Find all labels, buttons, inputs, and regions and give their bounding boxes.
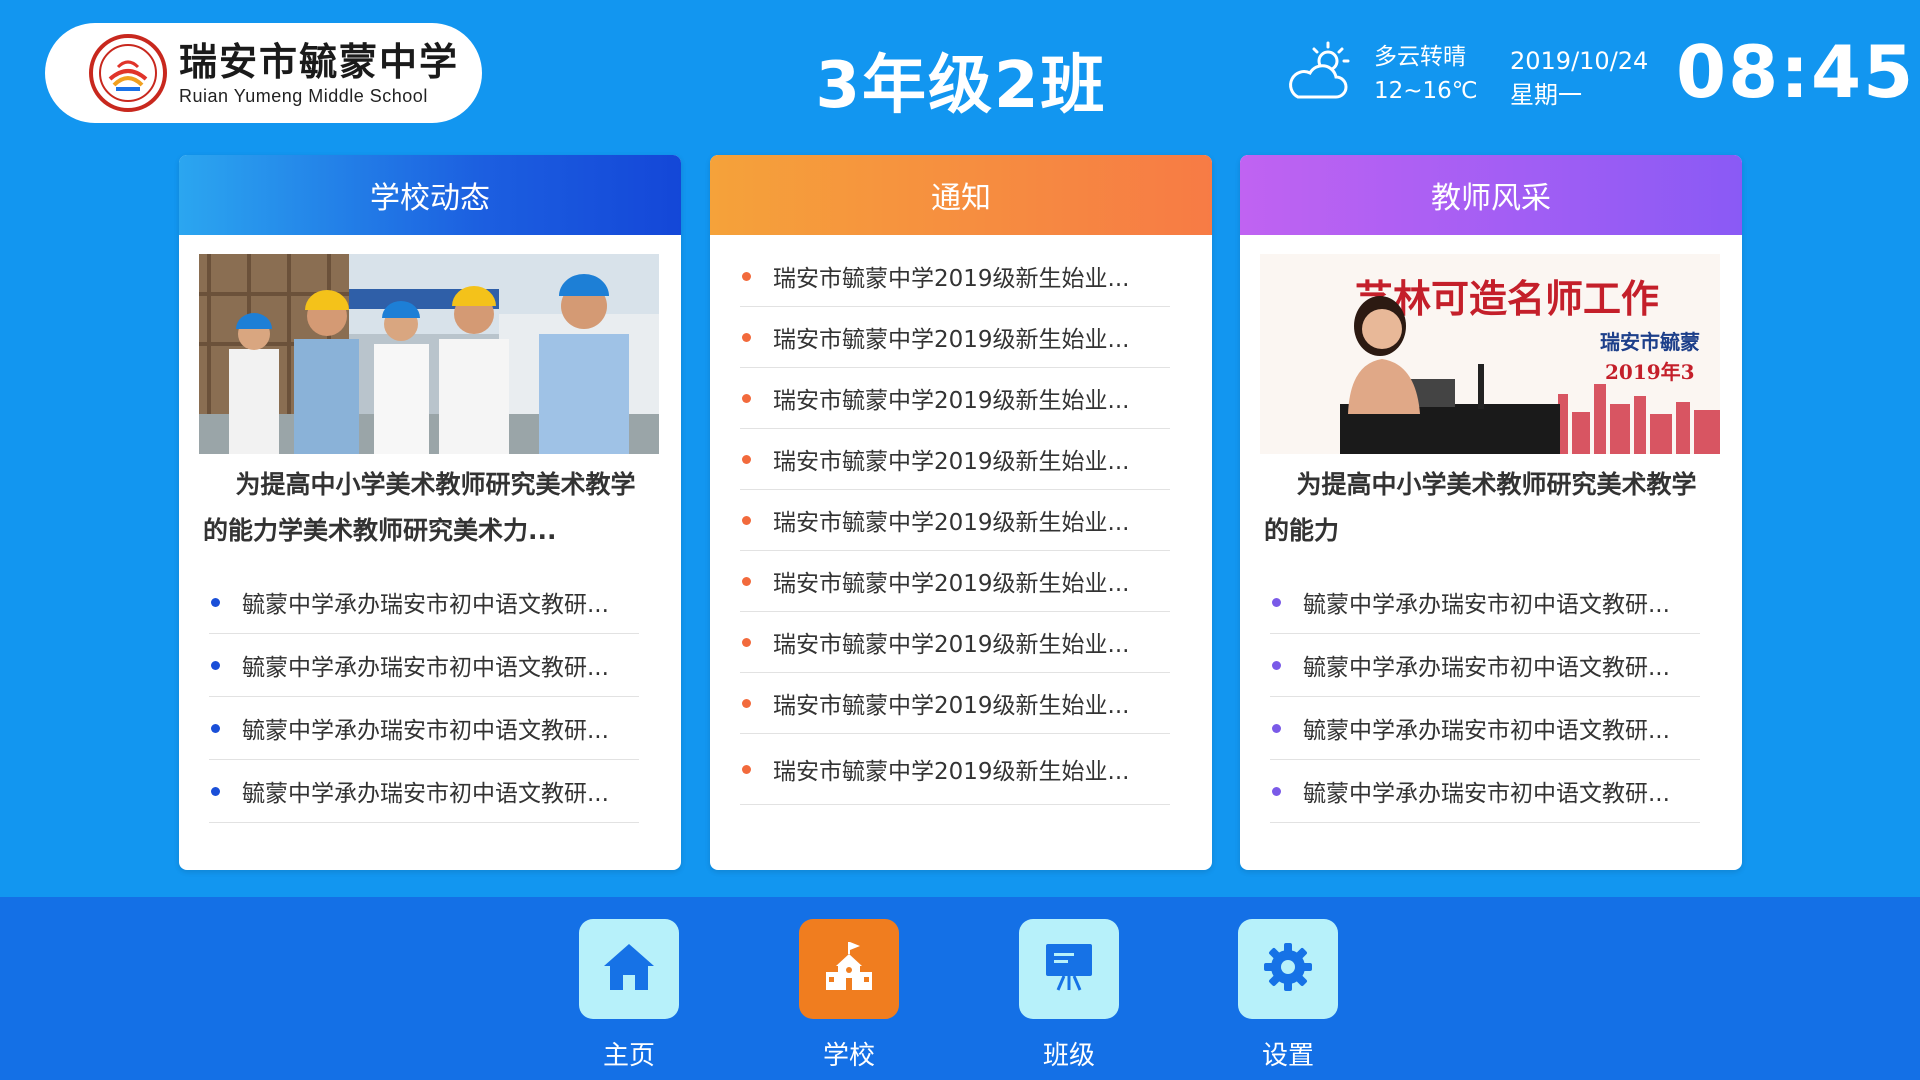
weather-widget: 多云转晴 12~16℃ — [1282, 40, 1478, 108]
nav-home-button[interactable]: 主页 — [579, 919, 679, 1072]
nav-class-tile[interactable] — [1019, 919, 1119, 1019]
clock: 08:45 — [1676, 30, 1916, 114]
bullet-icon — [742, 698, 751, 708]
nav-class-button[interactable]: 班级 — [1019, 919, 1119, 1072]
school-building-icon — [822, 940, 876, 998]
list-item[interactable]: 毓蒙中学承办瑞安市初中语文教研... — [1270, 760, 1700, 823]
bullet-icon — [211, 723, 220, 733]
list-item[interactable]: 瑞安市毓蒙中学2019级新生始业... — [740, 429, 1170, 490]
nav-settings-label: 设置 — [1261, 1041, 1314, 1071]
bullet-icon — [1272, 597, 1281, 607]
school-news-photo[interactable] — [199, 254, 659, 454]
teacher-style-featured-title[interactable]: 为提高中小学美术教师研究美术教学的能力 — [1264, 462, 1716, 554]
bullet-icon — [742, 576, 751, 586]
weekday: 星期一 — [1510, 81, 1582, 109]
list-item[interactable]: 瑞安市毓蒙中学2019级新生始业... — [740, 307, 1170, 368]
list-item[interactable]: 瑞安市毓蒙中学2019级新生始业... — [740, 612, 1170, 673]
nav-home-tile[interactable] — [579, 919, 679, 1019]
teacher-style-header[interactable]: 教师风采 — [1240, 155, 1742, 235]
bullet-icon — [742, 271, 751, 281]
bullet-icon — [742, 637, 751, 647]
notice-card[interactable]: 通知 瑞安市毓蒙中学2019级新生始业... 瑞安市毓蒙中学2019级新生始业.… — [710, 155, 1212, 870]
blackboard-icon — [1042, 940, 1096, 998]
list-item[interactable]: 瑞安市毓蒙中学2019级新生始业... — [740, 246, 1170, 307]
nav-school-tile[interactable] — [799, 919, 899, 1019]
nav-school-button[interactable]: 学校 — [799, 919, 899, 1072]
list-item[interactable]: 毓蒙中学承办瑞安市初中语文教研... — [1270, 697, 1700, 760]
banner-text: 2019年3 — [1605, 360, 1695, 384]
date-block: 2019/10/24 星期一 — [1510, 44, 1648, 112]
school-news-card[interactable]: 学校动态 为提高中小学美术教师研究美术教学的能力学美术教师研究美术力... 毓蒙… — [179, 155, 681, 870]
bullet-icon — [742, 332, 751, 342]
bullet-icon — [1272, 723, 1281, 733]
bullet-icon — [211, 597, 220, 607]
bullet-icon — [211, 786, 220, 796]
banner-text: 瑞安市毓蒙 — [1600, 330, 1700, 354]
nav-home-label: 主页 — [602, 1041, 655, 1071]
nav-school-label: 学校 — [822, 1041, 875, 1071]
bullet-icon — [1272, 786, 1281, 796]
list-item[interactable]: 毓蒙中学承办瑞安市初中语文教研... — [1270, 571, 1700, 634]
nav-settings-tile[interactable] — [1238, 919, 1338, 1019]
list-item[interactable]: 瑞安市毓蒙中学2019级新生始业... — [740, 551, 1170, 612]
list-item[interactable]: 毓蒙中学承办瑞安市初中语文教研... — [209, 760, 639, 823]
date: 2019/10/24 — [1510, 47, 1649, 75]
temperature-range: 12~16℃ — [1374, 78, 1478, 104]
nav-class-label: 班级 — [1042, 1041, 1095, 1071]
bullet-icon — [742, 764, 751, 774]
list-item[interactable]: 毓蒙中学承办瑞安市初中语文教研... — [1270, 634, 1700, 697]
teacher-style-card[interactable]: 教师风采 艺林可造名师工作 瑞安市毓蒙 2019年3 为提高中小学美术教师研究美… — [1240, 155, 1742, 870]
school-news-list: 毓蒙中学承办瑞安市初中语文教研... 毓蒙中学承办瑞安市初中语文教研... 毓蒙… — [209, 571, 639, 823]
list-item[interactable]: 瑞安市毓蒙中学2019级新生始业... — [740, 734, 1170, 805]
bullet-icon — [742, 515, 751, 525]
list-item[interactable]: 瑞安市毓蒙中学2019级新生始业... — [740, 490, 1170, 551]
list-item[interactable]: 瑞安市毓蒙中学2019级新生始业... — [740, 673, 1170, 734]
teacher-style-photo[interactable]: 艺林可造名师工作 瑞安市毓蒙 2019年3 — [1260, 254, 1720, 454]
weather-description: 多云转晴 — [1374, 44, 1466, 70]
bullet-icon — [742, 454, 751, 464]
gear-icon — [1262, 941, 1314, 997]
bottom-nav-bar: 主页 学校 班级 设置 — [0, 897, 1920, 1080]
bullet-icon — [211, 660, 220, 670]
school-news-featured-title[interactable]: 为提高中小学美术教师研究美术教学的能力学美术教师研究美术力... — [203, 462, 655, 554]
teacher-style-list: 毓蒙中学承办瑞安市初中语文教研... 毓蒙中学承办瑞安市初中语文教研... 毓蒙… — [1270, 571, 1700, 823]
bullet-icon — [1272, 660, 1281, 670]
list-item[interactable]: 毓蒙中学承办瑞安市初中语文教研... — [209, 697, 639, 760]
notice-header[interactable]: 通知 — [710, 155, 1212, 235]
notice-list: 瑞安市毓蒙中学2019级新生始业... 瑞安市毓蒙中学2019级新生始业... … — [740, 246, 1170, 805]
list-item[interactable]: 毓蒙中学承办瑞安市初中语文教研... — [209, 571, 639, 634]
school-news-header[interactable]: 学校动态 — [179, 155, 681, 235]
home-icon — [602, 942, 656, 996]
list-item[interactable]: 瑞安市毓蒙中学2019级新生始业... — [740, 368, 1170, 429]
list-item[interactable]: 毓蒙中学承办瑞安市初中语文教研... — [209, 634, 639, 697]
nav-settings-button[interactable]: 设置 — [1238, 919, 1338, 1072]
bullet-icon — [742, 393, 751, 403]
partly-cloudy-icon — [1282, 41, 1354, 107]
